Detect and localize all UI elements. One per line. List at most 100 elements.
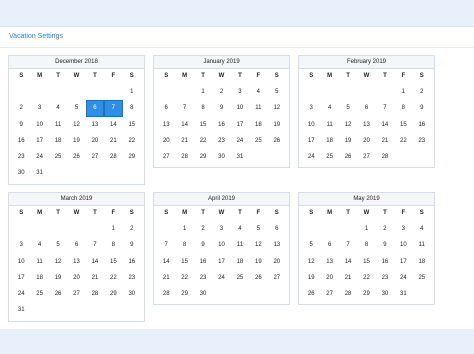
day-cell[interactable]: 15 [123,117,141,133]
day-cell[interactable]: 31 [12,302,30,318]
day-cell[interactable]: 1 [123,84,141,100]
day-cell[interactable]: 26 [302,286,320,302]
day-cell[interactable]: 16 [376,254,394,270]
day-cell[interactable]: 22 [123,133,141,149]
day-cell[interactable]: 11 [249,100,267,116]
day-cell[interactable]: 2 [194,221,212,237]
day-cell[interactable]: 18 [30,270,48,286]
day-cell-selected[interactable]: 6 [85,100,105,117]
day-cell[interactable]: 7 [86,237,104,253]
day-cell[interactable]: 18 [320,133,338,149]
day-cell[interactable]: 12 [268,100,286,116]
day-cell[interactable]: 26 [268,133,286,149]
day-cell[interactable]: 27 [67,286,85,302]
day-cell[interactable]: 21 [157,270,175,286]
day-cell[interactable]: 18 [413,254,431,270]
day-cell[interactable]: 3 [231,84,249,100]
day-cell[interactable]: 18 [49,133,67,149]
day-cell[interactable]: 24 [212,270,230,286]
day-cell[interactable]: 13 [268,237,286,253]
day-cell[interactable]: 29 [175,286,193,302]
day-cell[interactable]: 2 [123,221,141,237]
day-cell[interactable]: 29 [123,149,141,165]
day-cell[interactable]: 24 [231,133,249,149]
day-cell[interactable]: 16 [413,117,431,133]
day-cell[interactable]: 9 [376,237,394,253]
day-cell[interactable]: 29 [194,149,212,165]
day-cell[interactable]: 4 [249,84,267,100]
day-cell[interactable]: 13 [86,117,104,133]
day-cell[interactable]: 26 [67,149,85,165]
day-cell[interactable]: 1 [104,221,122,237]
day-cell[interactable]: 11 [320,117,338,133]
day-cell[interactable]: 8 [175,237,193,253]
day-cell[interactable]: 11 [413,237,431,253]
day-cell[interactable]: 2 [212,84,230,100]
day-cell[interactable]: 23 [413,133,431,149]
day-cell[interactable]: 15 [394,117,412,133]
day-cell[interactable]: 20 [67,270,85,286]
day-cell[interactable]: 22 [357,270,375,286]
day-cell[interactable]: 12 [339,117,357,133]
day-cell[interactable]: 8 [104,237,122,253]
day-cell[interactable]: 13 [357,117,375,133]
day-cell[interactable]: 25 [413,270,431,286]
day-cell[interactable]: 21 [376,133,394,149]
day-cell[interactable]: 27 [268,270,286,286]
day-cell[interactable]: 31 [394,286,412,302]
day-cell[interactable]: 8 [194,100,212,116]
day-cell[interactable]: 17 [231,117,249,133]
day-cell[interactable]: 7 [339,237,357,253]
day-cell[interactable]: 7 [175,100,193,116]
day-cell[interactable]: 26 [249,270,267,286]
day-cell[interactable]: 5 [302,237,320,253]
day-cell[interactable]: 21 [86,270,104,286]
day-cell[interactable]: 22 [104,270,122,286]
day-cell[interactable]: 1 [194,84,212,100]
day-cell[interactable]: 25 [231,270,249,286]
day-cell[interactable]: 25 [30,286,48,302]
day-cell[interactable]: 23 [194,270,212,286]
day-cell[interactable]: 19 [339,133,357,149]
day-cell[interactable]: 6 [320,237,338,253]
day-cell[interactable]: 20 [268,254,286,270]
day-cell[interactable]: 22 [194,133,212,149]
day-cell[interactable]: 4 [231,221,249,237]
day-cell[interactable]: 10 [231,100,249,116]
day-cell[interactable]: 3 [302,100,320,116]
day-cell[interactable]: 19 [268,117,286,133]
day-cell[interactable]: 2 [376,221,394,237]
day-cell[interactable]: 9 [413,100,431,116]
day-cell[interactable]: 11 [49,117,67,133]
day-cell[interactable]: 14 [104,117,122,133]
day-cell[interactable]: 9 [12,117,30,133]
day-cell[interactable]: 23 [12,149,30,165]
day-cell[interactable]: 5 [49,237,67,253]
day-cell[interactable]: 15 [194,117,212,133]
day-cell[interactable]: 21 [339,270,357,286]
day-cell[interactable]: 14 [157,254,175,270]
day-cell[interactable]: 17 [394,254,412,270]
day-cell[interactable]: 3 [30,100,48,116]
day-cell[interactable]: 25 [49,149,67,165]
day-cell[interactable]: 30 [376,286,394,302]
day-cell[interactable]: 15 [175,254,193,270]
day-cell[interactable]: 14 [86,254,104,270]
day-cell[interactable]: 31 [30,165,48,181]
day-cell[interactable]: 23 [123,270,141,286]
day-cell[interactable]: 19 [302,270,320,286]
day-cell[interactable]: 12 [49,254,67,270]
day-cell[interactable]: 28 [175,149,193,165]
day-cell[interactable]: 1 [394,84,412,100]
day-cell[interactable]: 16 [123,254,141,270]
day-cell[interactable]: 29 [104,286,122,302]
day-cell[interactable]: 24 [30,149,48,165]
day-cell[interactable]: 10 [30,117,48,133]
day-cell[interactable]: 12 [302,254,320,270]
day-cell[interactable]: 7 [376,100,394,116]
day-cell[interactable]: 24 [302,149,320,165]
day-cell[interactable]: 5 [249,221,267,237]
day-cell[interactable]: 3 [212,221,230,237]
day-cell[interactable]: 19 [67,133,85,149]
day-cell[interactable]: 10 [394,237,412,253]
